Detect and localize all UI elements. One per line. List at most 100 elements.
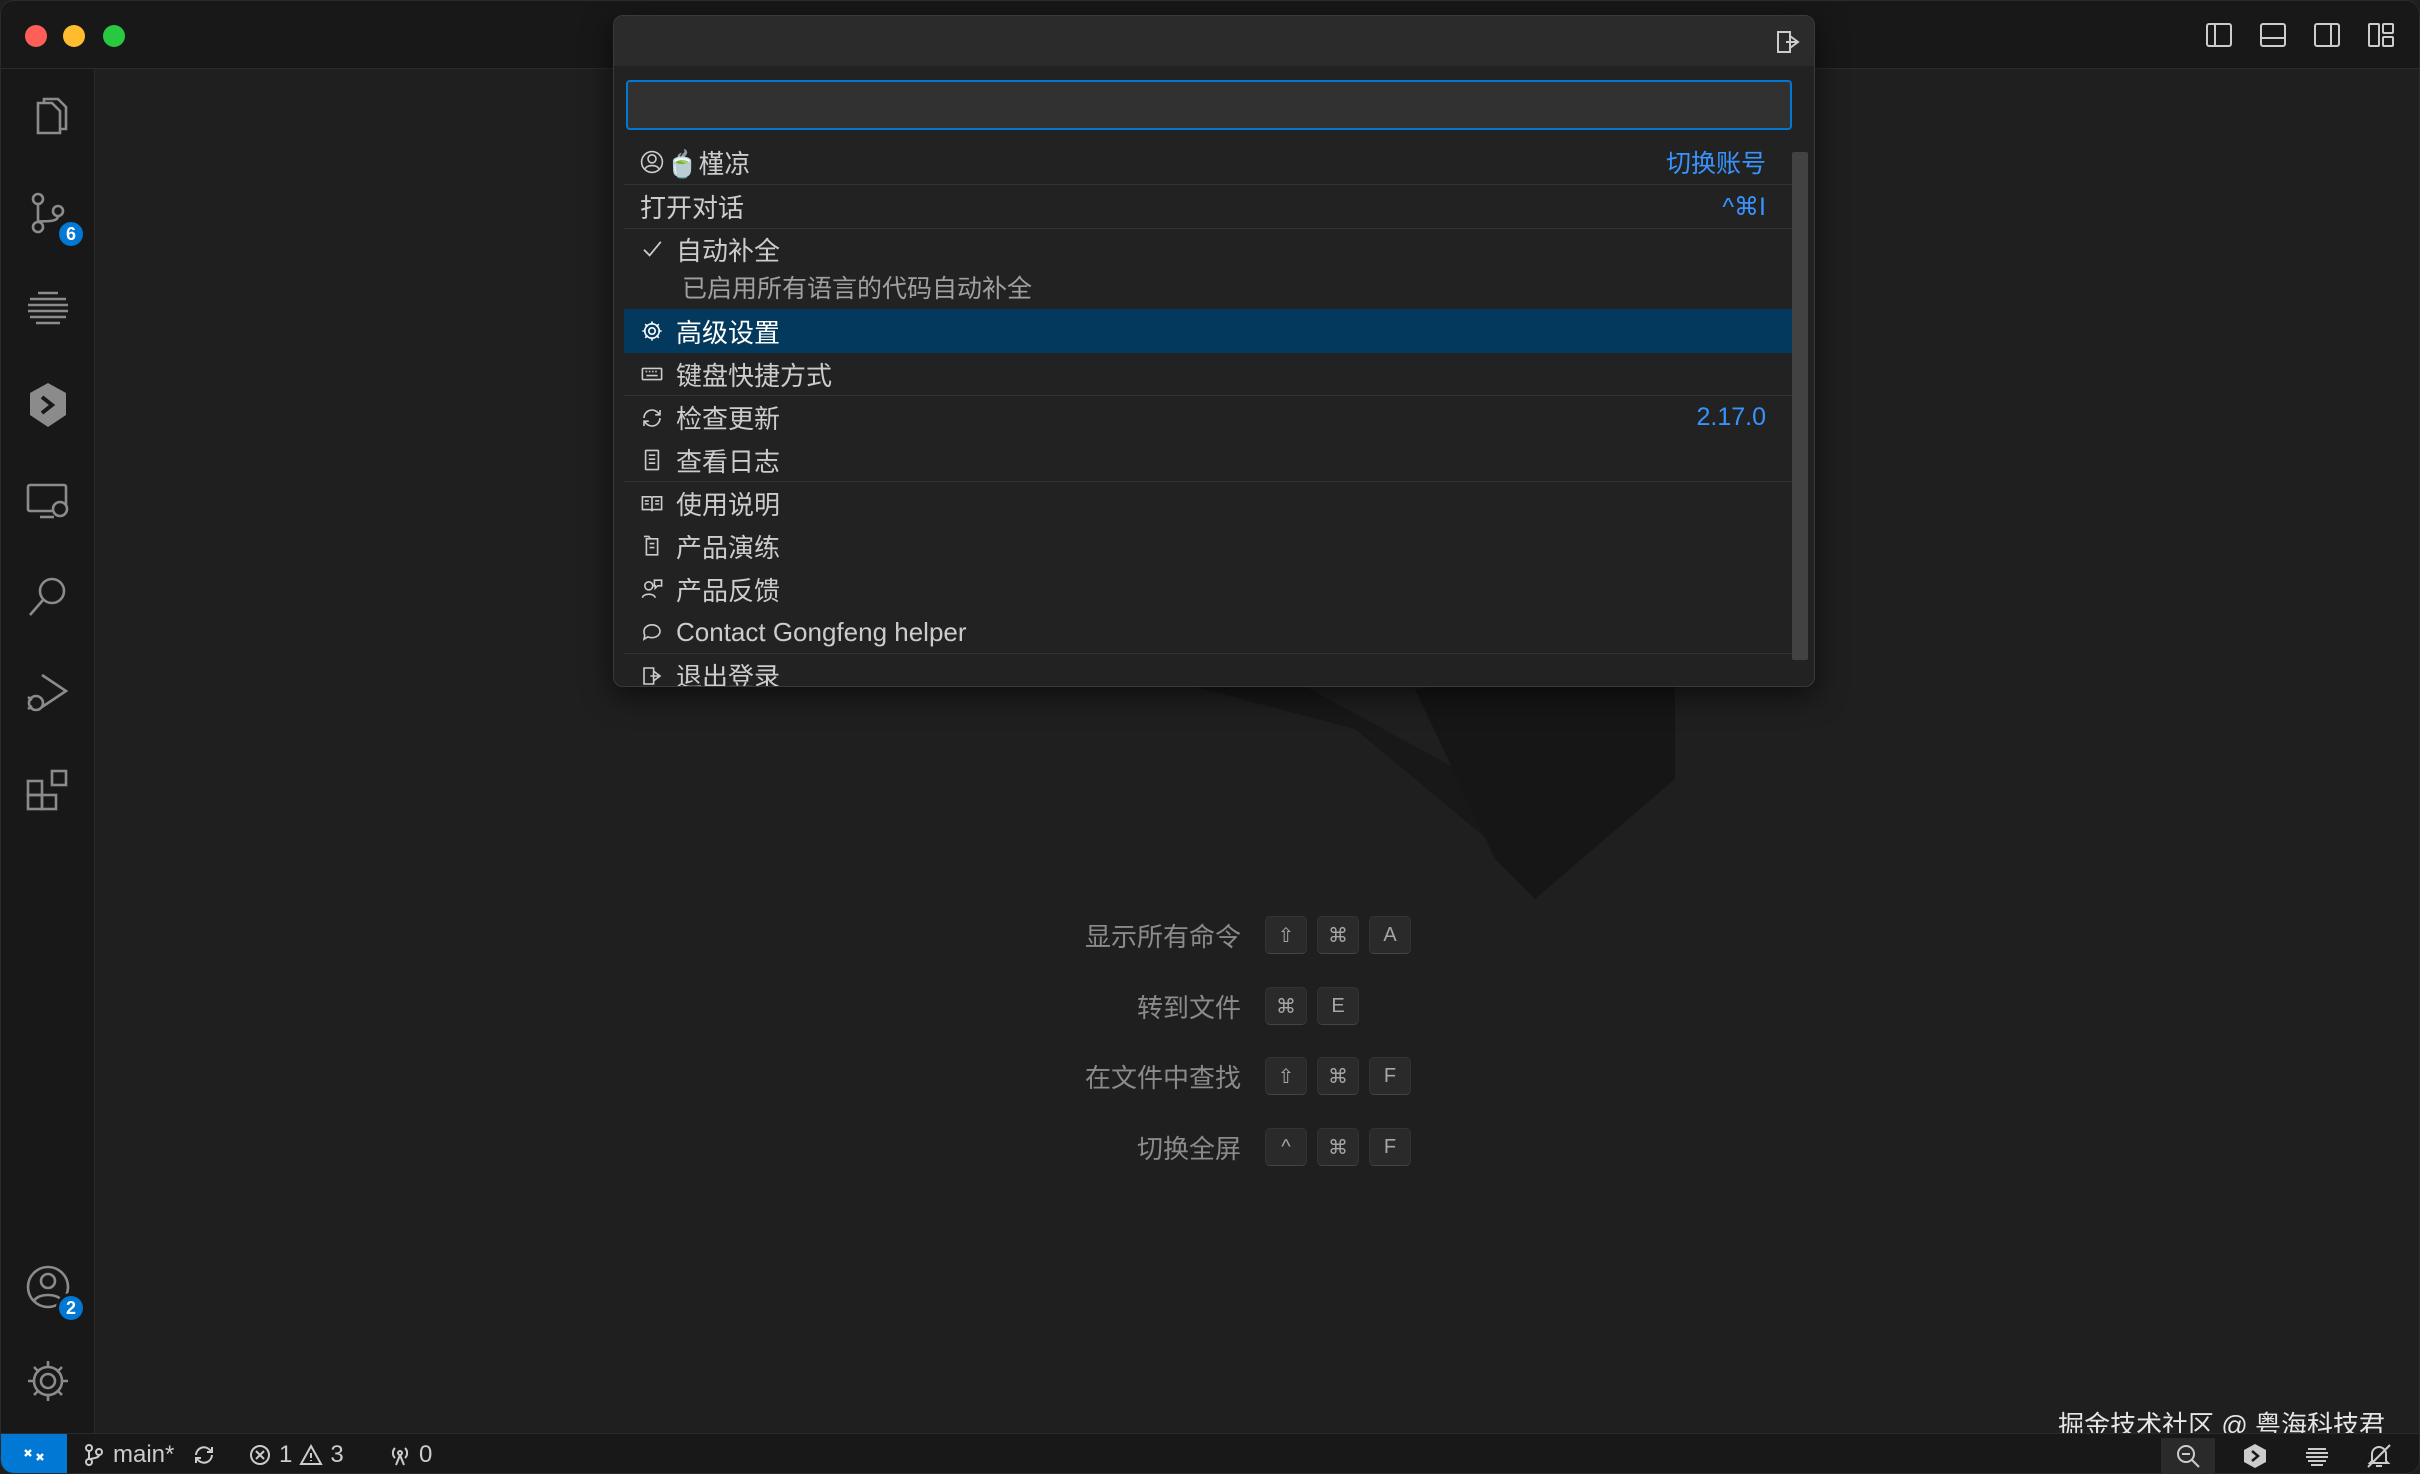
error-icon	[250, 1445, 270, 1465]
codebuddy-status-icon	[2306, 1448, 2328, 1466]
menu-item-view-logs[interactable]: 查看日志	[624, 439, 1794, 481]
shortcut-key: ⌘	[1265, 987, 1307, 1025]
menu-item-feedback[interactable]: 产品反馈	[624, 567, 1794, 611]
shortcut-label: 切换全屏	[1136, 1133, 1241, 1164]
problems-status[interactable]: 1 3	[247, 1434, 344, 1473]
sync-icon	[195, 1446, 213, 1464]
menu-item-label: 自动补全	[676, 235, 781, 266]
codebuddy-icon[interactable]	[22, 283, 74, 335]
menu-item-sign-out[interactable]: 退出登录	[624, 653, 1794, 687]
shortcut-row: 在文件中查找 ⇧ ⌘ F	[915, 1056, 1421, 1096]
menu-item-advanced-settings[interactable]: 高级设置	[624, 309, 1794, 353]
shortcut-row: 显示所有命令 ⇧ ⌘ A	[915, 915, 1421, 955]
walkthrough-icon	[644, 535, 659, 556]
remote-icon	[24, 1449, 44, 1461]
quick-pick-scrollbar[interactable]	[1792, 152, 1808, 660]
shortcut-key: ^	[1265, 1128, 1307, 1166]
menu-item-keyboard-shortcuts[interactable]: 键盘快捷方式	[624, 353, 1794, 395]
chat-bubble-icon	[642, 624, 661, 641]
remote-indicator[interactable]	[1, 1434, 67, 1473]
menu-item-autocomplete[interactable]: 自动补全 已启用所有语言的代码自动补全	[624, 228, 1794, 305]
status-bar: main* 1 3 0	[1, 1433, 2419, 1473]
quick-pick-header	[614, 16, 1814, 66]
accounts-badge: 2	[56, 1293, 86, 1323]
menu-item-label: 使用说明	[676, 490, 781, 520]
broadcast-icon	[391, 1447, 409, 1466]
app-window: 6 2 显示所有命令 ⇧ ⌘ A 转到文件 ⌘ E 在文件中查找 ⇧ ⌘ F 切…	[0, 0, 2420, 1474]
search-icon[interactable]	[22, 571, 74, 623]
switch-account-link[interactable]: 切换账号	[1666, 144, 1766, 180]
extensions-icon[interactable]	[22, 763, 74, 815]
menu-item-label: 产品反馈	[676, 575, 781, 606]
toggle-panel-icon[interactable]	[2257, 19, 2289, 56]
maximize-window-button[interactable]	[103, 25, 125, 47]
shortcut-key: E	[1317, 987, 1359, 1025]
keyboard-icon	[641, 367, 663, 381]
warning-count: 3	[330, 1441, 344, 1468]
menu-item-usage-guide[interactable]: 使用说明	[624, 481, 1794, 525]
editor-watermark-logo-icon	[1055, 659, 1675, 899]
book-icon	[641, 495, 663, 511]
zoom-status[interactable]	[2161, 1438, 2215, 1473]
source-control-badge: 6	[56, 219, 86, 249]
shortcut-key: A	[1369, 916, 1411, 954]
menu-item-label: 查看日志	[676, 446, 781, 477]
sign-out-icon	[1777, 31, 1800, 53]
remote-explorer-icon[interactable]	[22, 475, 74, 527]
close-window-button[interactable]	[25, 25, 47, 47]
menu-item-contact-helper[interactable]: Contact Gongfeng helper	[624, 611, 1794, 653]
sync-button[interactable]	[191, 1434, 217, 1473]
source-control-icon[interactable]: 6	[22, 187, 86, 249]
menu-item-label: 打开对话	[640, 193, 745, 223]
shortcut-key: ⌘	[1317, 916, 1359, 954]
menu-item-label: 产品演练	[676, 532, 781, 563]
sign-out-header-button[interactable]	[1772, 26, 1804, 58]
gear-icon	[642, 321, 662, 341]
account-icon	[640, 150, 664, 174]
menu-item-open-chat[interactable]: 打开对话 ^⌘I	[624, 184, 1794, 228]
ports-count: 0	[419, 1441, 433, 1468]
accounts-icon[interactable]: 2	[22, 1261, 86, 1323]
toggle-secondary-sidebar-icon[interactable]	[2311, 19, 2343, 56]
zoom-out-icon	[2177, 1445, 2200, 1468]
shortcut-row: 切换全屏 ^ ⌘ F	[915, 1127, 1421, 1167]
menu-item-walkthrough[interactable]: 产品演练	[624, 525, 1794, 567]
ports-status[interactable]: 0	[387, 1434, 433, 1473]
git-branch-icon	[85, 1444, 103, 1466]
menu-item-label: 高级设置	[676, 317, 781, 348]
log-file-icon	[644, 449, 660, 471]
menu-item-label: 键盘快捷方式	[676, 360, 833, 391]
customize-layout-icon[interactable]	[2365, 19, 2397, 56]
version-label: 2.17.0	[1696, 403, 1766, 431]
shortcut-label: 显示所有命令	[1084, 921, 1241, 952]
shortcut-row: 转到文件 ⌘ E	[915, 986, 1369, 1026]
run-debug-icon[interactable]	[22, 667, 74, 719]
menu-item-label: 检查更新	[676, 404, 781, 434]
codebuddy-status[interactable]	[2293, 1438, 2341, 1473]
shortcut-key: ⌘	[1317, 1128, 1359, 1166]
menu-item-label: 退出登录	[676, 662, 781, 687]
bell-icon	[2367, 1444, 2391, 1468]
gongfeng-status-icon	[2244, 1444, 2266, 1468]
quick-pick-list: 🍵槿凉 切换账号 打开对话 ^⌘I 自动补全 已启用所有语言的代码自动补全 高级…	[624, 140, 1794, 687]
shortcut-label: 在文件中查找	[1084, 1062, 1241, 1093]
menu-item-check-updates[interactable]: 检查更新 2.17.0	[624, 395, 1794, 439]
manage-gear-icon[interactable]	[22, 1355, 74, 1407]
toggle-primary-sidebar-icon[interactable]	[2203, 19, 2235, 56]
menu-item-label: Contact Gongfeng helper	[676, 616, 967, 647]
shortcut-key: ⇧	[1265, 1057, 1307, 1095]
gongfeng-status[interactable]	[2233, 1438, 2277, 1473]
account-row[interactable]: 🍵槿凉 切换账号	[624, 140, 1794, 184]
shortcut-label: 转到文件	[1136, 992, 1241, 1023]
shortcut-key: F	[1369, 1128, 1411, 1166]
minimize-window-button[interactable]	[63, 25, 85, 47]
gongfeng-icon[interactable]	[22, 379, 74, 431]
branch-status[interactable]: main*	[81, 1434, 174, 1473]
quick-pick-input[interactable]	[626, 80, 1792, 130]
warning-icon	[299, 1443, 324, 1465]
notifications-button[interactable]	[2357, 1438, 2401, 1473]
refresh-icon	[643, 408, 661, 427]
explorer-icon[interactable]	[22, 91, 74, 143]
shortcut-key: ⌘	[1317, 1057, 1359, 1095]
menu-item-shortcut: ^⌘I	[1722, 192, 1766, 221]
